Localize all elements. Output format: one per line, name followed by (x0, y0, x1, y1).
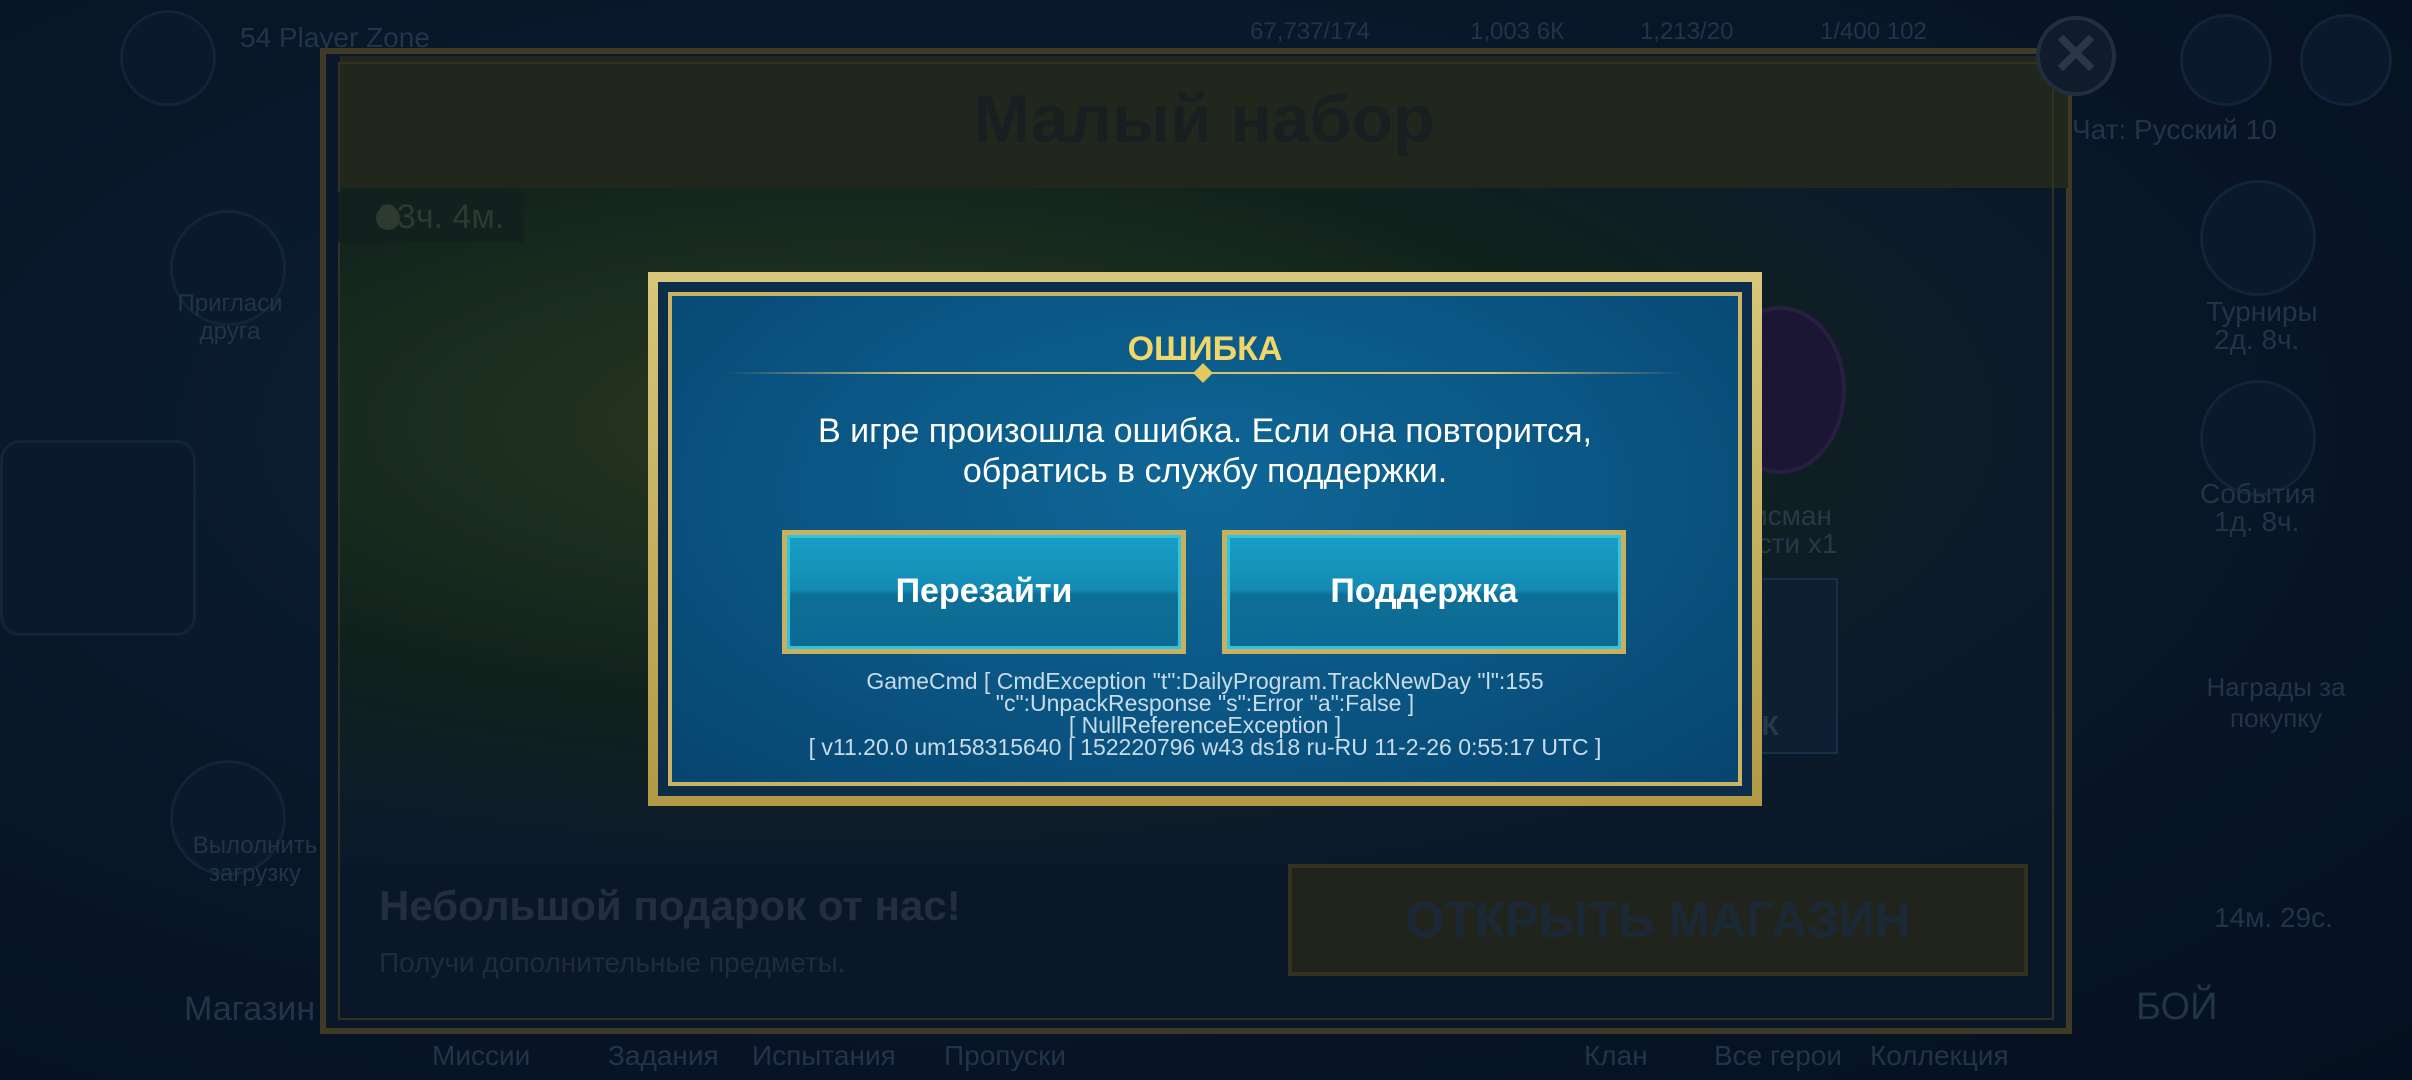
debug-line-4: [ v11.20.0 um158315640 | 152220796 w43 d… (808, 734, 1602, 760)
dialog-title: ОШИБКА (1127, 330, 1283, 368)
relog-button[interactable]: Перезайти (782, 530, 1186, 654)
support-button[interactable]: Поддержка (1222, 530, 1626, 654)
error-message-line-2: обратись в службу поддержки. (962, 452, 1448, 490)
error-message-line-1: В игре произошла ошибка. Если она повтор… (818, 412, 1592, 450)
